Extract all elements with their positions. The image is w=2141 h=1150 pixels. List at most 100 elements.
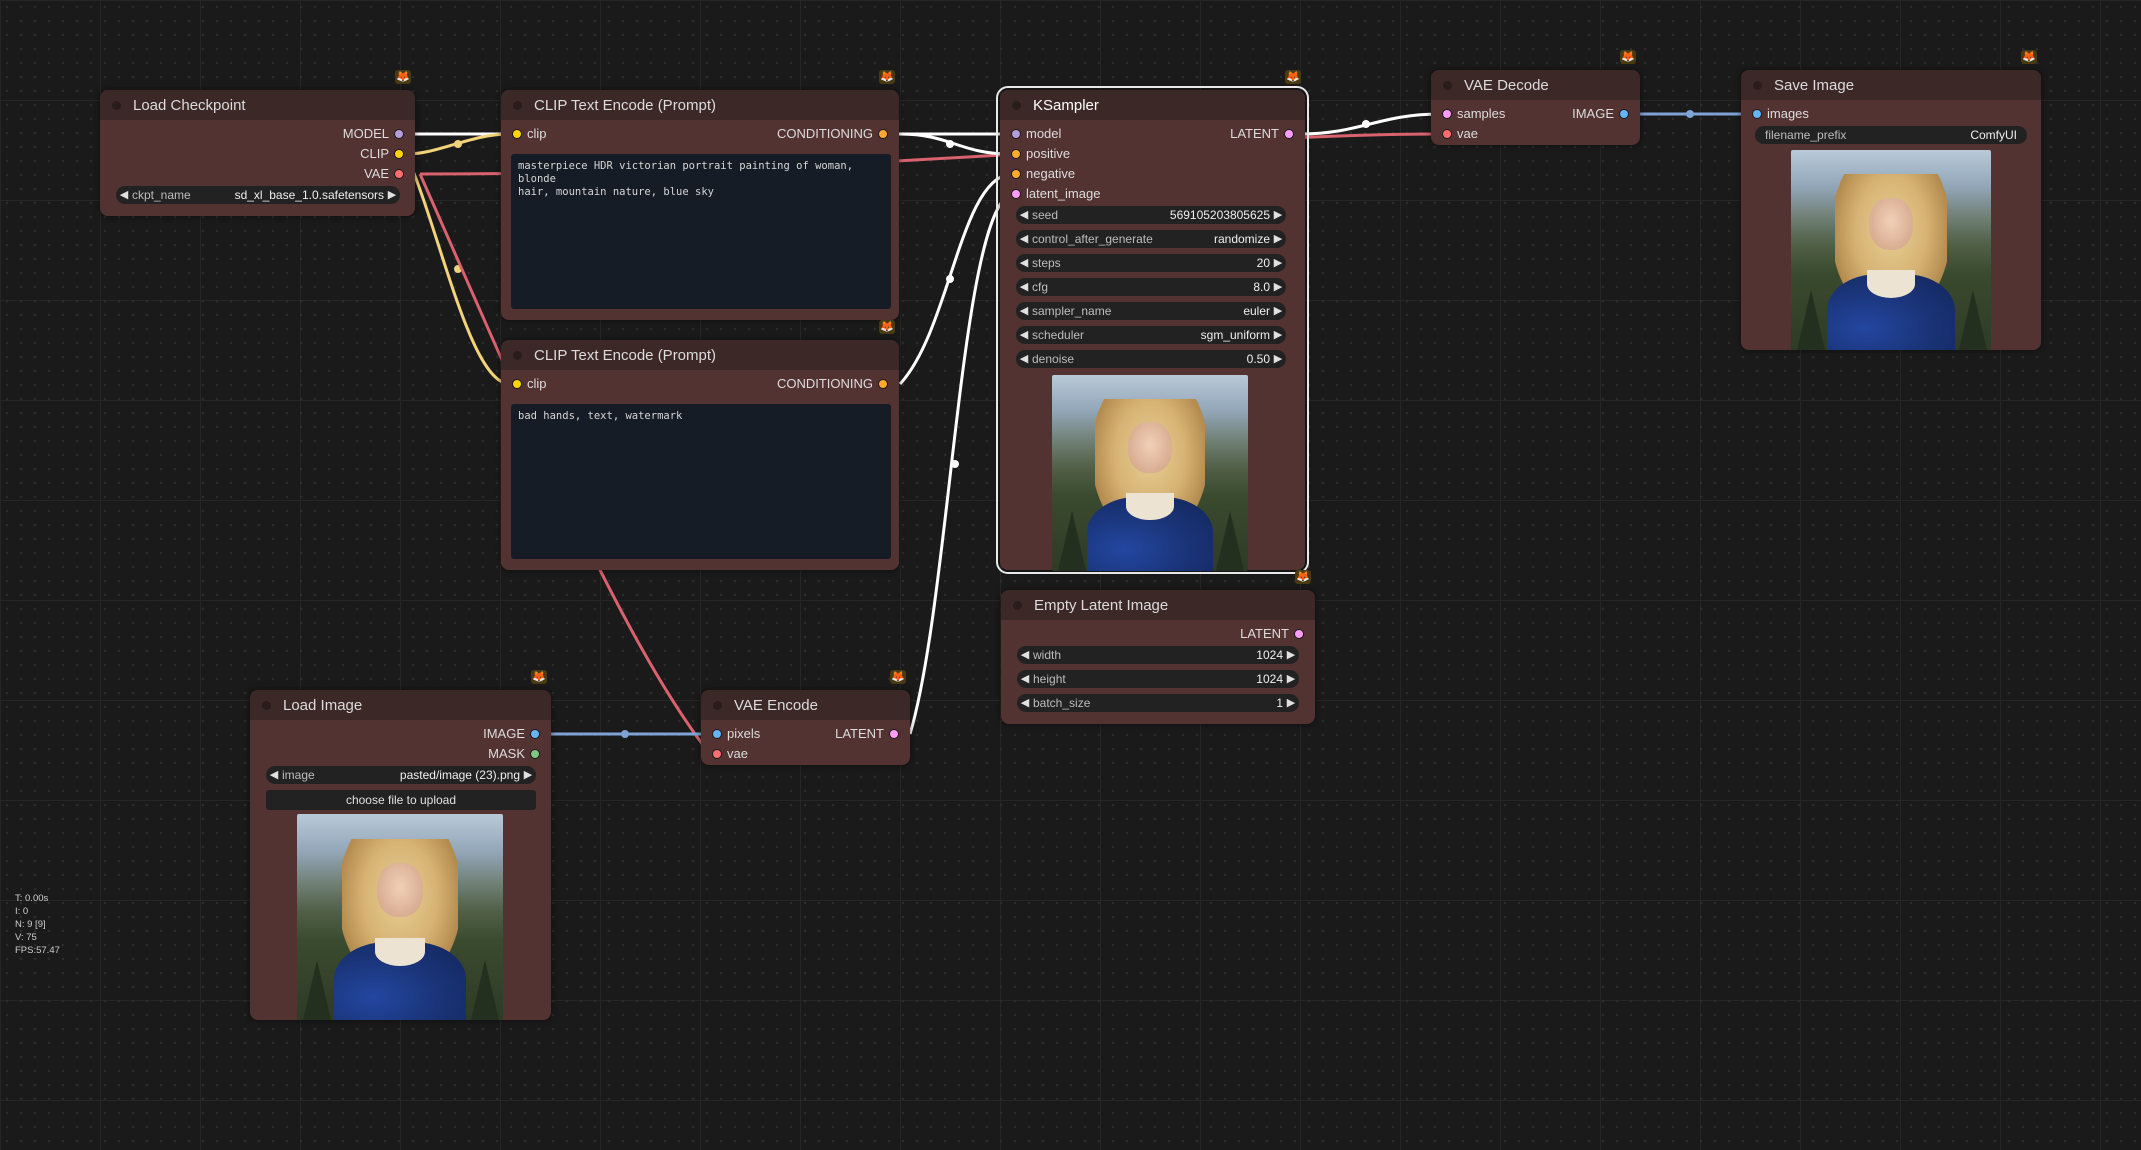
input-slot-clip[interactable]: clip <box>513 124 547 144</box>
node-title: Load Image <box>283 696 363 714</box>
widget-cfg[interactable]: ◀ cfg 8.0 ▶ <box>1016 278 1286 296</box>
node-title-bar[interactable]: Load Checkpoint <box>100 90 415 120</box>
increment-arrow-icon[interactable]: ▶ <box>1270 206 1286 224</box>
prompt-textarea[interactable]: masterpiece HDR victorian portrait paint… <box>511 154 891 309</box>
fox-badge-icon: 🦊 <box>1285 70 1301 84</box>
output-slot-latent[interactable]: LATENT <box>1230 124 1293 144</box>
input-slot-samples[interactable]: samples <box>1443 104 1505 124</box>
increment-arrow-icon[interactable]: ▶ <box>1270 302 1286 320</box>
widget-sampler-name[interactable]: ◀ sampler_name euler ▶ <box>1016 302 1286 320</box>
node-title-bar[interactable]: KSampler <box>1000 90 1305 120</box>
node-title-bar[interactable]: VAE Encode <box>701 690 910 720</box>
widget-ckpt-name[interactable]: ◀ ckpt_name sd_xl_base_1.0.safetensors ▶ <box>116 186 400 204</box>
decrement-arrow-icon[interactable]: ◀ <box>1017 670 1033 688</box>
wire-samples <box>1299 112 1441 136</box>
input-slot-clip[interactable]: clip <box>513 374 547 394</box>
output-slot-image[interactable]: IMAGE <box>483 724 539 744</box>
node-ksampler[interactable]: 🦊 KSampler model positive negative laten… <box>996 70 1309 574</box>
widget-scheduler[interactable]: ◀ scheduler sgm_uniform ▶ <box>1016 326 1286 344</box>
collapse-toggle[interactable] <box>713 700 722 710</box>
output-slot-conditioning[interactable]: CONDITIONING <box>777 124 887 144</box>
increment-arrow-icon[interactable]: ▶ <box>1270 230 1286 248</box>
decrement-arrow-icon[interactable]: ◀ <box>1017 646 1033 664</box>
decrement-arrow-icon[interactable]: ◀ <box>116 186 132 204</box>
node-title-bar[interactable]: Load Image <box>250 690 551 720</box>
input-slot-images[interactable]: images <box>1753 104 1809 124</box>
output-slot-latent[interactable]: LATENT <box>1240 624 1303 644</box>
node-vae-decode[interactable]: 🦊 VAE Decode samples vae IMAGE <box>1431 50 1640 145</box>
increment-arrow-icon[interactable]: ▶ <box>1270 254 1286 272</box>
increment-arrow-icon[interactable]: ▶ <box>1270 350 1286 368</box>
node-load-image[interactable]: 🦊 Load Image IMAGE MASK ◀ image pasted/i… <box>250 670 551 1020</box>
decrement-arrow-icon[interactable]: ◀ <box>1016 278 1032 296</box>
collapse-toggle[interactable] <box>262 700 271 710</box>
decrement-arrow-icon[interactable]: ◀ <box>1016 302 1032 320</box>
output-slot-model[interactable]: MODEL <box>343 124 403 144</box>
fox-badge-icon: 🦊 <box>395 70 411 84</box>
input-slot-pixels[interactable]: pixels <box>713 724 760 744</box>
output-slot-mask[interactable]: MASK <box>488 744 539 764</box>
widget-height[interactable]: ◀ height 1024 ▶ <box>1017 670 1299 688</box>
node-title: Empty Latent Image <box>1034 596 1169 614</box>
widget-control-after-generate[interactable]: ◀ control_after_generate randomize ▶ <box>1016 230 1286 248</box>
increment-arrow-icon[interactable]: ▶ <box>1283 694 1299 712</box>
widget-width[interactable]: ◀ width 1024 ▶ <box>1017 646 1299 664</box>
decrement-arrow-icon[interactable]: ◀ <box>266 766 282 784</box>
increment-arrow-icon[interactable]: ▶ <box>384 186 400 204</box>
output-slot-vae[interactable]: VAE <box>364 164 403 184</box>
collapse-toggle[interactable] <box>513 100 522 110</box>
node-title-bar[interactable]: Save Image <box>1741 70 2041 100</box>
collapse-toggle[interactable] <box>112 100 121 110</box>
output-slot-clip[interactable]: CLIP <box>360 144 403 164</box>
widget-steps[interactable]: ◀ steps 20 ▶ <box>1016 254 1286 272</box>
node-title: VAE Encode <box>734 696 818 714</box>
decrement-arrow-icon[interactable]: ◀ <box>1016 254 1032 272</box>
node-title-bar[interactable]: CLIP Text Encode (Prompt) <box>501 90 899 120</box>
node-clip-text-encode-negative[interactable]: 🦊 CLIP Text Encode (Prompt) clip CONDITI… <box>501 320 899 570</box>
decrement-arrow-icon[interactable]: ◀ <box>1017 694 1033 712</box>
increment-arrow-icon[interactable]: ▶ <box>1283 646 1299 664</box>
input-slot-model[interactable]: model <box>1012 124 1061 144</box>
widget-batch-size[interactable]: ◀ batch_size 1 ▶ <box>1017 694 1299 712</box>
widget-seed[interactable]: ◀ seed 569105203805625 ▶ <box>1016 206 1286 224</box>
decrement-arrow-icon[interactable]: ◀ <box>1016 350 1032 368</box>
widget-image-select[interactable]: ◀ image pasted/image (23).png ▶ <box>266 766 536 784</box>
widget-filename-prefix[interactable]: filename_prefix ComfyUI <box>1755 126 2027 144</box>
node-title: CLIP Text Encode (Prompt) <box>534 346 717 364</box>
output-slot-conditioning[interactable]: CONDITIONING <box>777 374 887 394</box>
output-slot-image[interactable]: IMAGE <box>1572 104 1628 124</box>
node-title-bar[interactable]: CLIP Text Encode (Prompt) <box>501 340 899 370</box>
increment-arrow-icon[interactable]: ▶ <box>1270 278 1286 296</box>
collapse-toggle[interactable] <box>1012 100 1021 110</box>
prompt-textarea[interactable]: bad hands, text, watermark <box>511 404 891 559</box>
input-slot-positive[interactable]: positive <box>1012 144 1070 164</box>
collapse-toggle[interactable] <box>1753 80 1762 90</box>
output-slot-latent[interactable]: LATENT <box>835 724 898 744</box>
node-clip-text-encode-positive[interactable]: 🦊 CLIP Text Encode (Prompt) clip CONDITI… <box>501 70 899 320</box>
upload-button[interactable]: choose file to upload <box>266 790 536 810</box>
node-title-bar[interactable]: VAE Decode <box>1431 70 1640 100</box>
input-slot-vae[interactable]: vae <box>1443 124 1478 144</box>
decrement-arrow-icon[interactable]: ◀ <box>1016 206 1032 224</box>
decrement-arrow-icon[interactable]: ◀ <box>1016 326 1032 344</box>
stat-nodes: N: 9 [9] <box>15 919 46 930</box>
increment-arrow-icon[interactable]: ▶ <box>520 766 536 784</box>
node-title: Load Checkpoint <box>133 96 246 114</box>
input-slot-latent-image[interactable]: latent_image <box>1012 184 1100 204</box>
fox-badge-icon: 🦊 <box>879 70 895 84</box>
node-save-image[interactable]: 🦊 Save Image images filename_prefix Comf… <box>1741 50 2041 350</box>
input-slot-vae[interactable]: vae <box>713 744 748 764</box>
node-vae-encode[interactable]: 🦊 VAE Encode pixels vae LATENT <box>701 670 910 765</box>
increment-arrow-icon[interactable]: ▶ <box>1283 670 1299 688</box>
node-empty-latent-image[interactable]: 🦊 Empty Latent Image LATENT ◀ width 1024… <box>1001 570 1315 724</box>
collapse-toggle[interactable] <box>1443 80 1452 90</box>
input-slot-negative[interactable]: negative <box>1012 164 1075 184</box>
stat-i: I: 0 <box>15 906 29 917</box>
increment-arrow-icon[interactable]: ▶ <box>1270 326 1286 344</box>
collapse-toggle[interactable] <box>1013 600 1022 610</box>
node-load-checkpoint[interactable]: 🦊 Load Checkpoint MODEL CLIP VAE ◀ ckpt_… <box>100 70 415 216</box>
node-title-bar[interactable]: Empty Latent Image <box>1001 590 1315 620</box>
collapse-toggle[interactable] <box>513 350 522 360</box>
decrement-arrow-icon[interactable]: ◀ <box>1016 230 1032 248</box>
widget-denoise[interactable]: ◀ denoise 0.50 ▶ <box>1016 350 1286 368</box>
